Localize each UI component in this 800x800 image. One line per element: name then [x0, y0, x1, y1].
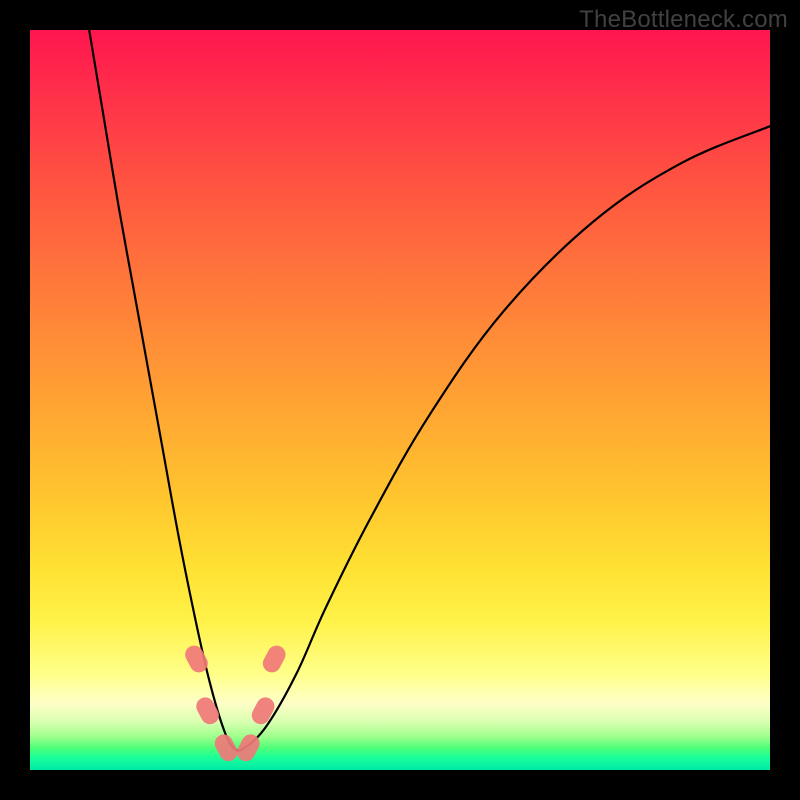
curve-marker [193, 694, 222, 727]
curve-marker [249, 694, 278, 727]
plot-area [30, 30, 770, 770]
curve-svg [30, 30, 770, 770]
curve-markers [182, 642, 289, 764]
watermark-text: TheBottleneck.com [579, 6, 788, 34]
bottleneck-curve [89, 30, 770, 751]
chart-frame: TheBottleneck.com [0, 0, 800, 800]
curve-marker [212, 731, 241, 764]
curve-marker [260, 642, 289, 675]
